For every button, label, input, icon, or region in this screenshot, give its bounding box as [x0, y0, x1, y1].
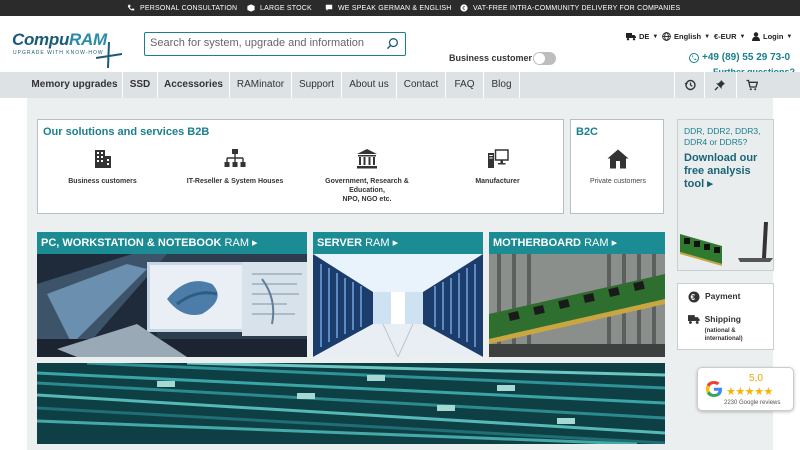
nav-item-blog[interactable]: Blog	[484, 72, 520, 98]
phone-link[interactable]: +49 (89) 55 29 73-0	[689, 52, 790, 63]
truck-icon	[688, 315, 700, 324]
ddr-analysis-tool-banner[interactable]: DDR, DDR2, DDR3, DDR4 or DDR5? Download …	[677, 119, 774, 271]
tile-label: SERVER RAM ▸	[313, 232, 483, 254]
logo[interactable]: CompuRAM UPGRADE WITH KNOW-HOW	[12, 30, 124, 72]
cart-icon	[746, 79, 758, 91]
pin-button[interactable]	[704, 72, 734, 98]
topbar-item-consultation: PERSONAL CONSULTATION	[127, 4, 237, 12]
topbar-item-vat: € VAT-FREE INTRA-COMMUNITY DELIVERY FOR …	[460, 4, 680, 12]
topbar-label: LARGE STOCK	[260, 4, 312, 12]
svg-text:€: €	[691, 293, 696, 302]
ram-and-laptop-illustration	[678, 216, 773, 270]
login-button[interactable]: Login ▼	[752, 32, 792, 41]
language-selector[interactable]: English ▼	[662, 32, 710, 41]
euro-icon: €	[460, 4, 468, 12]
b2c-services-box: B2C Private customers	[570, 119, 664, 214]
globe-icon	[662, 32, 671, 41]
nav-item-about-us[interactable]: About us	[342, 72, 397, 98]
nav-item-support[interactable]: Support	[292, 72, 342, 98]
topbar-label: PERSONAL CONSULTATION	[140, 4, 238, 12]
truck-icon	[626, 33, 636, 41]
b2b-title: Our solutions and services B2B	[43, 126, 210, 138]
service-manufacturer[interactable]: Manufacturer	[450, 148, 545, 186]
service-label: Business customers	[68, 178, 137, 185]
service-label: NPO, NGO etc.	[342, 196, 392, 203]
topbar-label: VAT-FREE INTRA-COMMUNITY DELIVERY FOR CO…	[473, 4, 681, 12]
google-score: 5,0	[749, 373, 763, 384]
ddr-question: DDR, DDR2, DDR3, DDR4 or DDR5?	[684, 126, 761, 147]
chevron-down-icon: ▼	[704, 33, 711, 40]
shipping-link[interactable]: Shipping (national & international)	[688, 314, 773, 343]
google-logo-icon	[706, 381, 722, 397]
history-icon	[684, 79, 696, 91]
phone-icon	[689, 52, 699, 63]
nav-item-faq[interactable]: FAQ	[446, 72, 484, 98]
service-label: IT-Reseller & System Houses	[186, 178, 284, 185]
topbar-item-language: WE SPEAK GERMAN & ENGLISH	[325, 4, 452, 12]
service-label: Private customers	[589, 178, 647, 185]
tile-server-ram[interactable]: SERVER RAM ▸	[313, 232, 483, 357]
chevron-down-icon: ▼	[739, 33, 746, 40]
service-private-customers[interactable]: Private customers	[579, 148, 657, 186]
nav-item-raminator[interactable]: RAMinator	[230, 72, 292, 98]
topbar-item-stock: LARGE STOCK	[247, 4, 312, 12]
ddr-download-cta[interactable]: Download our free analysis tool ▸	[684, 152, 772, 191]
chevron-down-icon: ▼	[786, 33, 793, 40]
search-box	[144, 32, 406, 56]
service-label: Manufacturer	[475, 178, 520, 185]
b2b-services-box: Our solutions and services B2B Business …	[37, 119, 564, 214]
payment-link[interactable]: € Payment	[688, 291, 740, 303]
motherboard-photo	[489, 254, 665, 357]
nav-item-ssd[interactable]: SSD	[123, 72, 158, 98]
pin-icon	[714, 80, 725, 91]
hero-network-cables-banner[interactable]	[37, 363, 665, 444]
topbar-label: WE SPEAK GERMAN & ENGLISH	[338, 4, 452, 12]
user-icon	[752, 32, 760, 41]
search-icon[interactable]	[386, 37, 399, 50]
logo-text: CompuRAM	[12, 30, 107, 49]
logo-cross-icon	[95, 41, 123, 69]
box-icon	[247, 4, 255, 12]
service-label: Education,	[349, 187, 385, 194]
chat-icon	[325, 4, 333, 11]
tile-motherboard-ram[interactable]: MOTHERBOARD RAM ▸	[489, 232, 665, 357]
service-business-customers[interactable]: Business customers	[60, 148, 145, 186]
country-selector[interactable]: DE ▼	[626, 32, 658, 41]
euro-coin-icon: €	[688, 291, 700, 303]
logo-tagline: UPGRADE WITH KNOW-HOW	[13, 50, 104, 56]
top-info-bar: PERSONAL CONSULTATION LARGE STOCK WE SPE…	[0, 0, 800, 16]
google-reviews-badge[interactable]: 5,0 ★★★★★ 2230 Google reviews	[697, 367, 794, 411]
phone-icon	[127, 4, 135, 11]
history-button[interactable]	[674, 72, 704, 98]
workstation-photo	[37, 254, 307, 357]
tile-label: MOTHERBOARD RAM ▸	[489, 232, 665, 254]
business-customer-toggle[interactable]	[533, 52, 556, 65]
site-header: CompuRAM UPGRADE WITH KNOW-HOW Business …	[0, 16, 800, 77]
search-input[interactable]	[150, 33, 380, 53]
cart-button[interactable]	[736, 72, 766, 98]
service-government[interactable]: Government, Research & Education, NPO, N…	[308, 148, 426, 204]
house-icon	[607, 149, 629, 169]
main-navigation: Memory upgrades SSD Accessories RAMinato…	[0, 72, 800, 98]
business-customer-label: Business customer	[449, 53, 533, 63]
nav-item-accessories[interactable]: Accessories	[158, 72, 230, 98]
workstation-icon	[487, 149, 509, 168]
nav-item-memory-upgrades[interactable]: Memory upgrades	[27, 72, 123, 98]
chevron-down-icon: ▼	[652, 33, 659, 40]
currency-selector[interactable]: €-EUR ▼	[714, 32, 745, 41]
network-icon	[224, 149, 246, 167]
b2c-title: B2C	[576, 126, 599, 138]
building-icon	[94, 150, 111, 168]
government-icon	[357, 149, 377, 169]
service-it-reseller[interactable]: IT-Reseller & System Houses	[175, 148, 295, 186]
service-label: Government, Research &	[325, 178, 409, 185]
payment-shipping-box: € Payment Shipping (national & internati…	[677, 283, 774, 350]
server-room-photo	[313, 254, 483, 357]
tile-label: PC, WORKSTATION & NOTEBOOK RAM ▸	[37, 232, 307, 254]
nav-item-contact[interactable]: Contact	[397, 72, 446, 98]
tile-pc-workstation-ram[interactable]: PC, WORKSTATION & NOTEBOOK RAM ▸	[37, 232, 307, 357]
rating-stars: ★★★★★	[726, 386, 773, 398]
google-review-count: 2230 Google reviews	[724, 400, 781, 406]
